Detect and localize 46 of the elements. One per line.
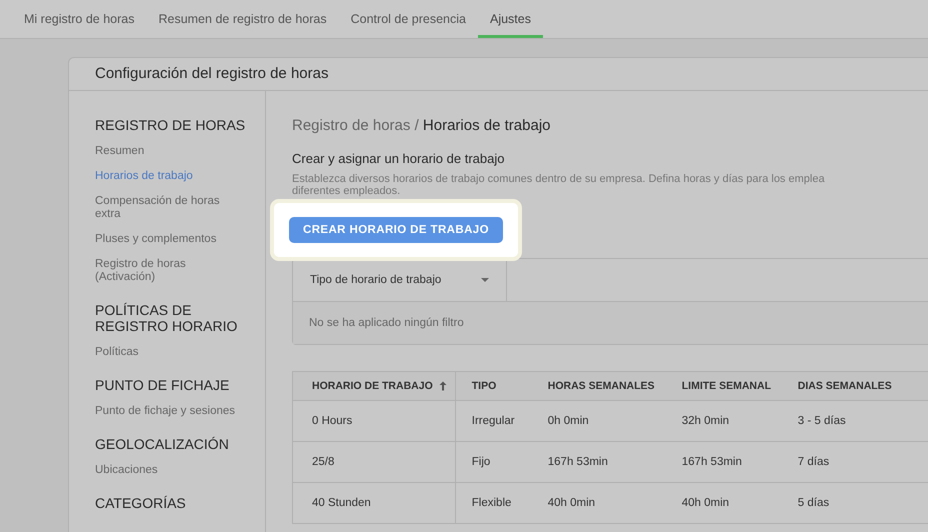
column-header[interactable]: LIMITE SEMANAL (674, 372, 790, 400)
nav-tab[interactable]: Resumen de registro de horas (146, 0, 339, 38)
section-description: Establezca diversos horarios de trabajo comunes dentro de su empresa. Defina horas y días para los emplea (292, 173, 826, 185)
card-title: Configuración del registro de horas (69, 58, 928, 91)
section-title: Crear y asignar un horario de trabajo (292, 151, 506, 166)
sidebar-item[interactable]: Ubicaciones (95, 464, 235, 477)
filter-status: No se ha aplicado ningún filtro (293, 302, 928, 344)
table-cell: 3 - 5 días (790, 400, 928, 442)
table-cell: 25/8 (292, 442, 456, 482)
table-cell: 7 días (790, 442, 928, 482)
sidebar-heading: GEOLOCALIZACIÓN (95, 436, 230, 452)
nav-tab[interactable]: Mi registro de horas (12, 0, 146, 38)
table-cell: 167h 53min (674, 442, 790, 482)
caret-icon (480, 277, 490, 283)
table-cell: Fijo (455, 442, 540, 482)
table-cell: 40 Stunden (292, 482, 456, 524)
table-cell: 40h 0min (540, 482, 674, 524)
nav-tab[interactable]: Control de presencia (338, 0, 478, 38)
create-schedule-button[interactable]: CREAR HORARIO DE TRABAJO (289, 217, 503, 243)
sidebar-heading: CATEGORÍAS (95, 495, 187, 511)
sidebar-item[interactable]: Resumen (95, 145, 235, 158)
table-cell: 0h 0min (540, 400, 674, 442)
sidebar-item[interactable]: Compensación de horas extra (95, 195, 235, 221)
sidebar-heading: REGISTRO DE HORAS (95, 117, 246, 133)
column-header[interactable]: DIAS SEMANALES (790, 372, 928, 400)
sidebar-heading: POLÍTICAS DE REGISTRO HORARIO (95, 302, 238, 334)
table-cell: Flexible (455, 482, 540, 524)
table-cell: 0 Hours (292, 400, 456, 442)
table-cell: 32h 0min (674, 400, 790, 442)
sidebar-item[interactable]: Registro de horas (Activación) (95, 258, 235, 284)
sidebar-item[interactable]: Punto de fichaje y sesiones (95, 405, 235, 418)
nav-tab[interactable]: Ajustes (478, 0, 543, 38)
column-header[interactable]: HORAS SEMANALES (540, 372, 674, 400)
table-cell: 5 días (790, 482, 928, 524)
table-cell: 167h 53min (540, 442, 674, 482)
sidebar-heading: PUNTO DE FICHAJE (95, 377, 230, 393)
sidebar-item[interactable]: Políticas (95, 346, 235, 359)
section-description: diferentes empleados. (292, 185, 402, 197)
table-cell: 40h 0min (674, 482, 790, 524)
sidebar-item[interactable]: Pluses y complementos (95, 233, 235, 246)
schedule-type-dropdown[interactable]: Tipo de horario de trabajo (293, 259, 507, 301)
sidebar-item[interactable]: Horarios de trabajo (95, 170, 235, 183)
breadcrumb: Registro de horas / Horarios de trabajo (292, 117, 552, 134)
table-cell: Irregular (455, 400, 540, 442)
column-header[interactable]: HORARIO DE TRABAJO (292, 372, 456, 400)
column-header[interactable]: TIPO (455, 372, 540, 400)
